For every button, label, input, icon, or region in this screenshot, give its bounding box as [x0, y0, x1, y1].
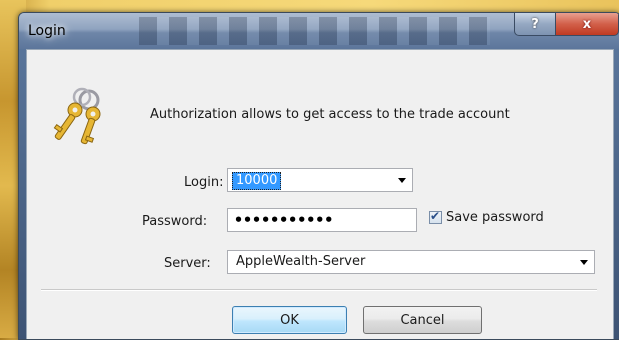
login-dialog-window: Login ? x Authorization allows to get ac… — [18, 12, 619, 340]
keys-icon — [53, 87, 101, 145]
help-icon: ? — [531, 16, 539, 32]
authorization-description: Authorization allows to get access to th… — [150, 107, 510, 122]
save-password-label[interactable]: Save password — [446, 210, 544, 225]
server-combobox[interactable]: AppleWealth-Server — [227, 250, 595, 274]
close-button[interactable]: x — [555, 13, 619, 36]
save-password-checkbox[interactable] — [429, 209, 442, 224]
divider — [41, 289, 597, 291]
server-label: Server: — [164, 256, 211, 271]
server-value: AppleWealth-Server — [236, 254, 366, 269]
chevron-down-icon[interactable] — [398, 178, 406, 183]
window-title: Login — [28, 23, 66, 39]
title-bar[interactable]: Login ? x — [19, 13, 619, 49]
cancel-button[interactable]: Cancel — [363, 306, 482, 334]
save-password-option[interactable]: Save password — [429, 209, 544, 225]
dialog-body: Authorization allows to get access to th… — [26, 49, 614, 339]
chevron-down-icon[interactable] — [580, 260, 588, 265]
login-combobox[interactable]: 10000 — [227, 168, 413, 192]
password-label: Password: — [142, 214, 208, 229]
close-icon: x — [582, 16, 592, 32]
help-button[interactable]: ? — [514, 13, 556, 36]
password-field[interactable] — [227, 208, 417, 232]
login-value: 10000 — [232, 172, 282, 190]
login-label: Login: — [184, 175, 224, 190]
ok-button[interactable]: OK — [232, 306, 347, 334]
